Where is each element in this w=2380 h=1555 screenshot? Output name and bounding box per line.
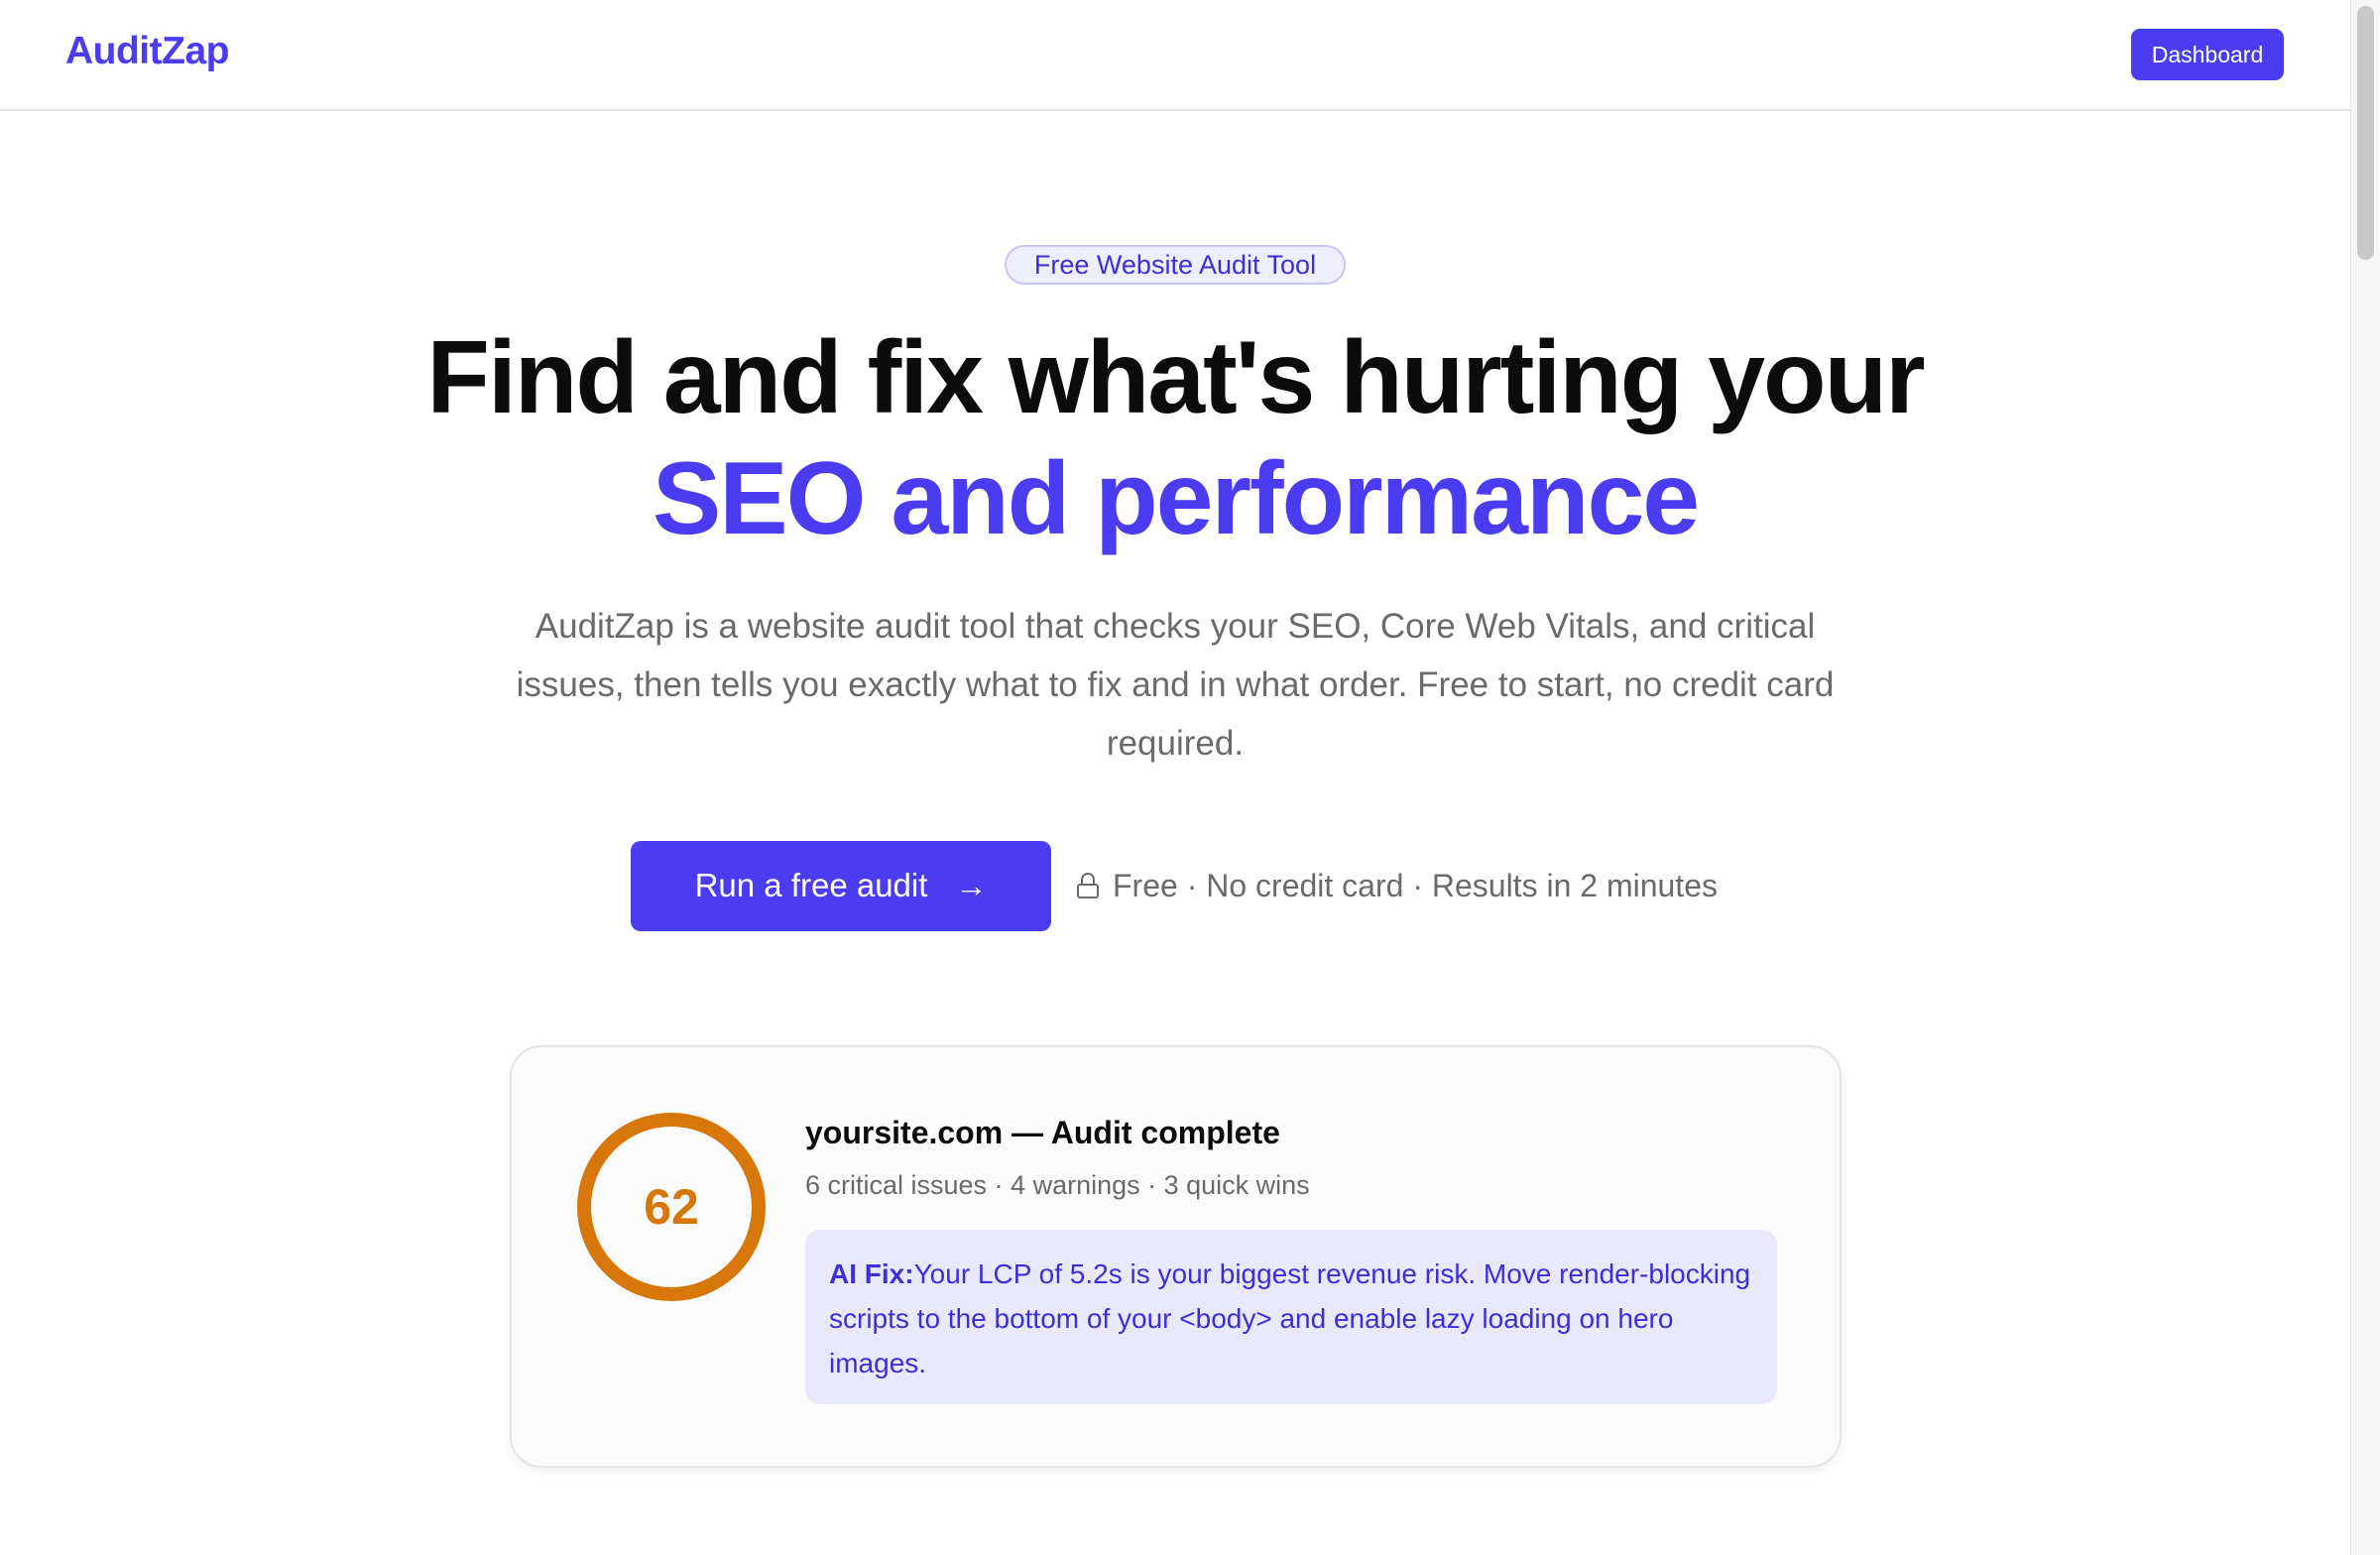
dashboard-button[interactable]: Dashboard — [2131, 29, 2284, 80]
cta-label: Run a free audit — [694, 867, 928, 903]
headline-line-1: Find and fix what's hurting your — [426, 320, 1925, 435]
scrollbar[interactable] — [2350, 0, 2380, 1555]
cta-row: Run a free audit → Free · No credit card… — [631, 840, 1718, 931]
hero-headline: Find and fix what's hurting your SEO and… — [0, 317, 2350, 559]
hero-description: AuditZap is a website audit tool that ch… — [516, 607, 1835, 763]
lock-icon — [1077, 873, 1099, 898]
hero-badge: Free Website Audit Tool — [1005, 245, 1346, 285]
ai-fix-label: AI Fix: — [829, 1258, 914, 1289]
cta-note: Free · No credit card · Results in 2 min… — [1077, 868, 1718, 904]
page: AuditZap Dashboard Free Website Audit To… — [0, 0, 2350, 1555]
logo[interactable]: AuditZap — [65, 30, 229, 73]
audit-title: yoursite.com — Audit complete — [805, 1115, 1280, 1150]
ai-fix-box: AI Fix:Your LCP of 5.2s is your biggest … — [805, 1230, 1777, 1404]
cta-note-text: Free · No credit card · Results in 2 min… — [1113, 867, 1718, 903]
audit-preview-card: 62 yoursite.com — Audit complete 6 criti… — [510, 1045, 1842, 1468]
audit-summary: 6 critical issues · 4 warnings · 3 quick… — [805, 1170, 1310, 1200]
top-nav: AuditZap Dashboard — [0, 0, 2350, 111]
score-value: 62 — [644, 1179, 699, 1235]
ai-fix-text: Your LCP of 5.2s is your biggest revenue… — [829, 1258, 1751, 1378]
scrollbar-thumb[interactable] — [2357, 6, 2374, 260]
arrow-right-icon: → — [955, 867, 988, 903]
run-free-audit-button[interactable]: Run a free audit → — [631, 840, 1051, 931]
headline-accent: SEO and performance — [652, 441, 1700, 556]
